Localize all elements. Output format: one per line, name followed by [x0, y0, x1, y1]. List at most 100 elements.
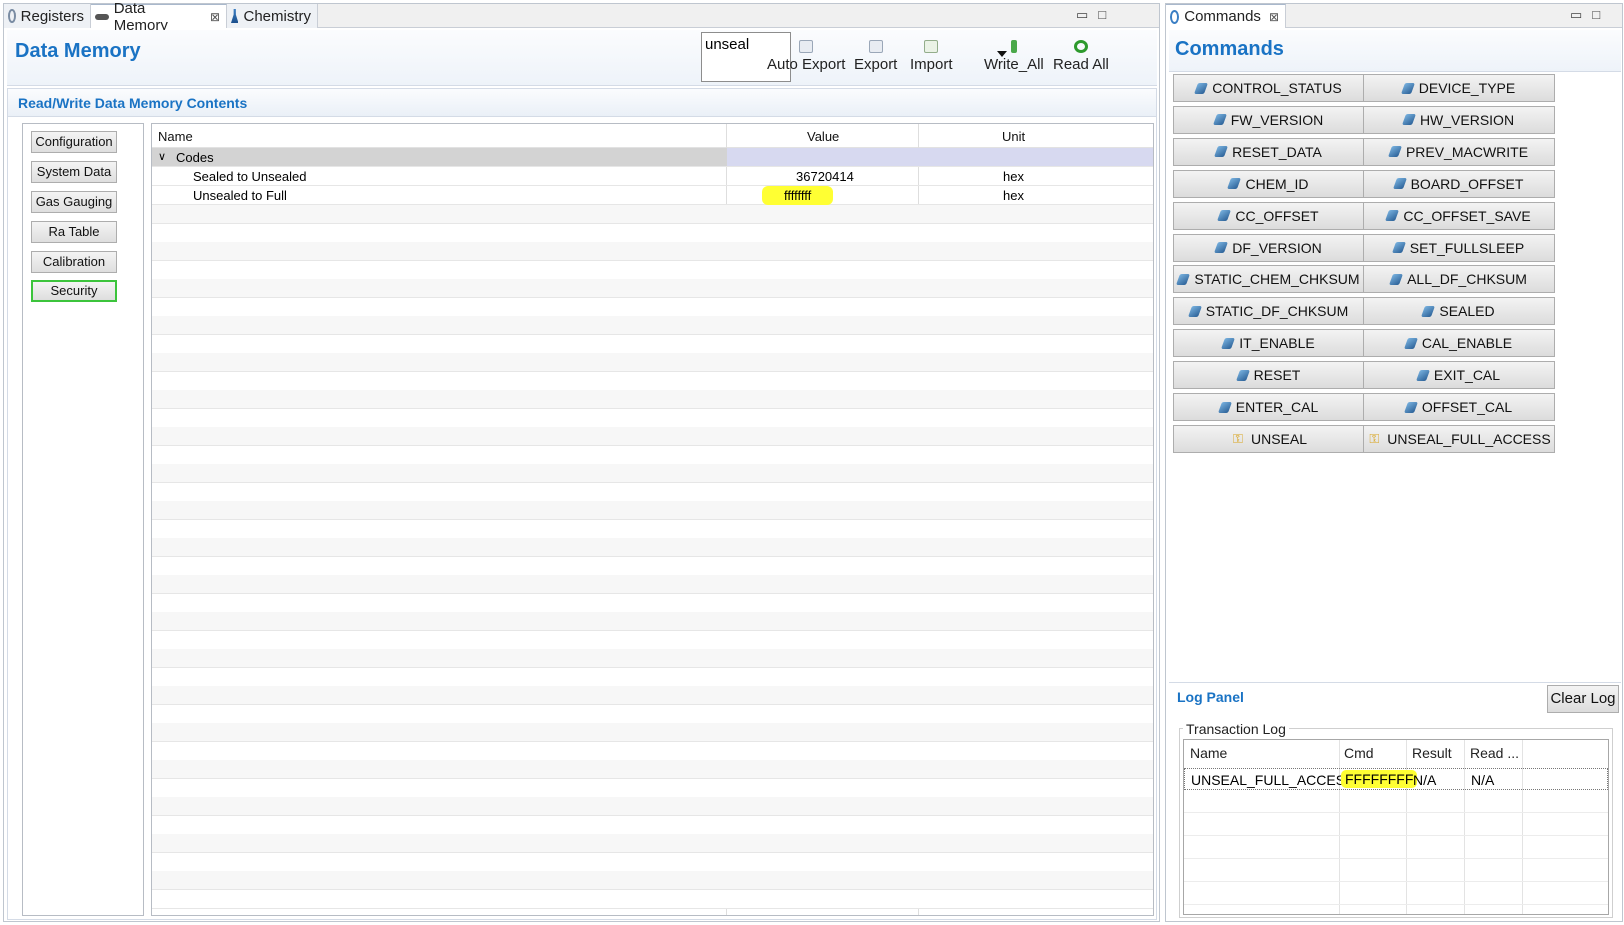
category-security-button[interactable]: Security	[31, 280, 117, 302]
auto-export-button[interactable]: Auto Export	[767, 40, 845, 73]
column-header-value[interactable]: Value	[807, 129, 839, 144]
column-header-name[interactable]: Name	[158, 129, 193, 144]
minimize-icon[interactable]: ▭	[1570, 7, 1582, 23]
command-icon	[1227, 178, 1242, 190]
command-label: UNSEAL	[1250, 430, 1308, 447]
auto-export-label: Auto Export	[767, 56, 846, 73]
command-label: UNSEAL_FULL_ACCESS	[1387, 430, 1551, 447]
column-header-result[interactable]: Result	[1412, 745, 1452, 761]
empty-row	[152, 408, 1153, 428]
column-header-cmd[interactable]: Cmd	[1344, 745, 1374, 761]
empty-row	[152, 760, 1153, 779]
row-unit: hex	[1003, 169, 1024, 184]
command-hw-version-button[interactable]: HW_VERSION	[1363, 105, 1555, 134]
maximize-icon[interactable]: □	[1592, 7, 1600, 23]
command-control-status-button[interactable]: CONTROL_STATUS	[1173, 74, 1365, 102]
tab-registers[interactable]: Registers	[4, 4, 91, 28]
category-system-data-button[interactable]: System Data	[31, 161, 117, 183]
command-icon	[1387, 146, 1402, 158]
command-label: DF_VERSION	[1232, 239, 1322, 256]
maximize-icon[interactable]: □	[1098, 7, 1106, 23]
table-row[interactable]: Sealed to Unsealed 36720414 hex	[152, 167, 1153, 186]
category-gas-gauging-button[interactable]: Gas Gauging	[31, 191, 117, 213]
command-all-df-chksum-button[interactable]: ALL_DF_CHKSUM	[1363, 265, 1555, 294]
gear-icon	[8, 9, 16, 23]
empty-row	[152, 427, 1153, 446]
command-chem-id-button[interactable]: CHEM_ID	[1173, 169, 1365, 198]
column-header-name[interactable]: Name	[1190, 745, 1227, 761]
empty-row	[152, 593, 1153, 613]
import-button[interactable]: Import	[910, 40, 953, 73]
empty-row	[152, 334, 1153, 354]
tab-chemistry[interactable]: Chemistry	[227, 4, 318, 28]
command-label: CHEM_ID	[1245, 175, 1309, 192]
close-icon[interactable]: ⊠	[210, 10, 220, 24]
command-cc-offset-save-button[interactable]: CC_OFFSET_SAVE	[1363, 201, 1555, 230]
command-fw-version-button[interactable]: FW_VERSION	[1173, 105, 1365, 134]
command-icon	[1214, 242, 1229, 253]
empty-row	[152, 667, 1153, 687]
right-tab-bar: Commands ⊠ ▭ □	[1166, 4, 1622, 28]
group-label: Codes	[176, 150, 214, 165]
empty-row	[152, 778, 1153, 798]
empty-row	[152, 519, 1153, 539]
command-enter-cal-button[interactable]: ENTER_CAL	[1173, 393, 1365, 421]
write-all-button[interactable]: Write_All	[984, 40, 1044, 73]
command-label: EXIT_CAL	[1433, 367, 1501, 384]
command-cc-offset-button[interactable]: CC_OFFSET	[1173, 201, 1365, 230]
chevron-down-icon[interactable]: ∨	[158, 150, 166, 163]
category-ra-table-button[interactable]: Ra Table	[31, 221, 117, 243]
category-calibration-button[interactable]: Calibration	[31, 251, 117, 273]
empty-row	[1184, 883, 1608, 905]
command-static-df-chksum-button[interactable]: STATIC_DF_CHKSUM	[1173, 297, 1365, 326]
empty-row	[152, 556, 1153, 576]
command-reset-data-button[interactable]: RESET_DATA	[1173, 137, 1365, 166]
empty-row	[152, 612, 1153, 631]
command-set-fullsleep-button[interactable]: SET_FULLSLEEP	[1363, 233, 1555, 262]
empty-row	[152, 686, 1153, 705]
row-value-highlighted[interactable]: ffffffff	[762, 186, 834, 205]
category-panel: Configuration System Data Gas Gauging Ra…	[22, 123, 144, 916]
table-row[interactable]: UNSEAL_FULL_ACCESS FFFFFFFF N/A N/A	[1184, 768, 1608, 790]
command-board-offset-button[interactable]: BOARD_OFFSET	[1363, 169, 1555, 198]
command-exit-cal-button[interactable]: EXIT_CAL	[1363, 361, 1555, 390]
column-header-read[interactable]: Read ...	[1470, 745, 1519, 761]
group-value-fill	[727, 148, 1153, 166]
data-memory-view: Registers Data Memory ⊠ Chemistry ▭ □ Da…	[3, 0, 1160, 922]
command-offset-cal-button[interactable]: OFFSET_CAL	[1363, 393, 1555, 421]
command-prev-macwrite-button[interactable]: PREV_MACWRITE	[1363, 137, 1555, 166]
tab-commands[interactable]: Commands ⊠	[1166, 4, 1286, 28]
empty-row	[152, 538, 1153, 557]
command-unseal-full-access-button[interactable]: ⚿ UNSEAL_FULL_ACCESS	[1363, 424, 1555, 453]
export-button[interactable]: Export	[854, 40, 897, 73]
command-unseal-button[interactable]: ⚿ UNSEAL	[1173, 424, 1365, 453]
commands-header: Commands	[1169, 30, 1621, 72]
minimize-icon[interactable]: ▭	[1076, 7, 1088, 23]
command-cal-enable-button[interactable]: CAL_ENABLE	[1363, 329, 1555, 358]
command-it-enable-button[interactable]: IT_ENABLE	[1173, 329, 1365, 358]
table-row[interactable]: Unsealed to Full ffffffff hex	[152, 186, 1153, 205]
clear-log-button[interactable]: Clear Log	[1547, 685, 1619, 713]
command-static-chem-chksum-button[interactable]: STATIC_CHEM_CHKSUM	[1173, 265, 1365, 294]
key-icon: ⚿	[1369, 430, 1380, 446]
command-df-version-button[interactable]: DF_VERSION	[1173, 233, 1365, 262]
command-label: SET_FULLSLEEP	[1409, 239, 1525, 256]
command-device-type-button[interactable]: DEVICE_TYPE	[1363, 74, 1555, 102]
close-icon[interactable]: ⊠	[1269, 10, 1279, 24]
row-value[interactable]: 36720414	[796, 169, 854, 184]
tab-label: Data Memory	[113, 0, 168, 34]
tab-data-memory[interactable]: Data Memory ⊠	[91, 0, 227, 34]
empty-row	[152, 297, 1153, 317]
empty-row	[152, 630, 1153, 650]
table-group-row[interactable]: ∨ Codes	[152, 148, 1153, 167]
command-reset-button[interactable]: RESET	[1173, 361, 1365, 390]
empty-row	[152, 316, 1153, 335]
read-all-button[interactable]: Read All	[1053, 40, 1109, 73]
category-configuration-button[interactable]: Configuration	[31, 131, 117, 153]
command-icon	[1389, 273, 1404, 285]
export-icon	[868, 40, 883, 53]
empty-row	[152, 501, 1153, 520]
command-icon	[1403, 401, 1418, 413]
column-header-unit[interactable]: Unit	[1002, 129, 1025, 144]
command-sealed-button[interactable]: SEALED	[1363, 297, 1555, 326]
